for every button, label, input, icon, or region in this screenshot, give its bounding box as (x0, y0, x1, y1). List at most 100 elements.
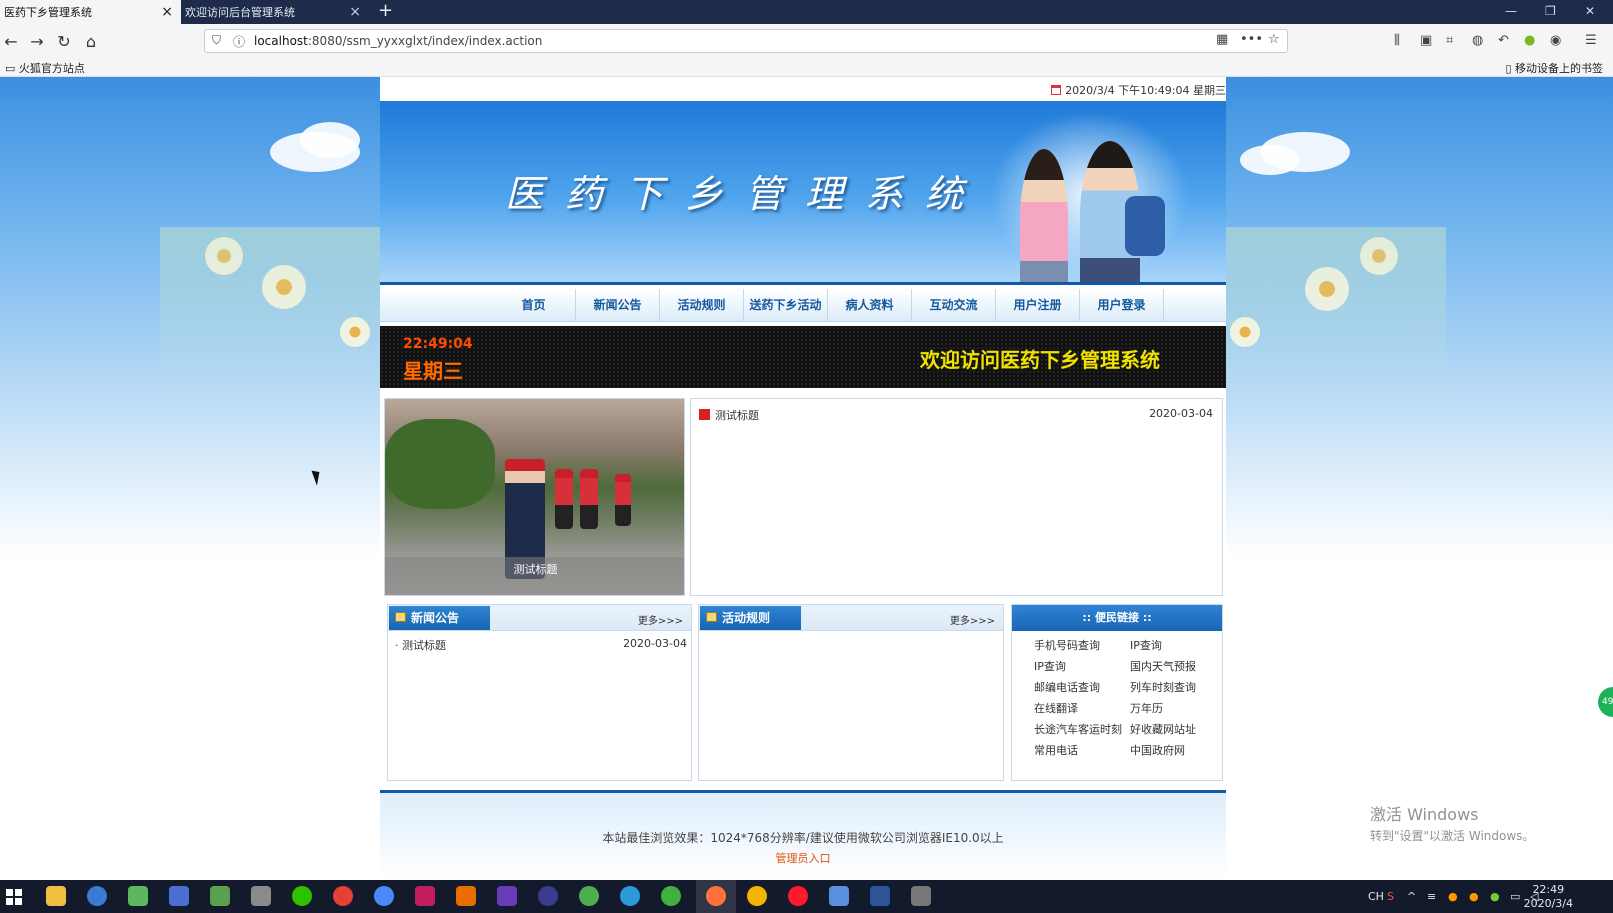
window-close-icon[interactable]: ✕ (1585, 2, 1595, 20)
link-item[interactable]: 好收藏网站址 (1130, 721, 1196, 737)
link-item[interactable]: 中国政府网 (1130, 742, 1185, 758)
app-icon[interactable] (829, 886, 849, 906)
star-icon[interactable]: ☆ (1268, 32, 1280, 47)
link-item[interactable]: 长途汽车客运时刻 (1034, 721, 1122, 737)
bookmark-mobile[interactable]: ▯ 移动设备上的书签 (1505, 60, 1603, 76)
shield-icon[interactable]: ⛉ (212, 33, 221, 48)
keyboard-icon[interactable]: ≡ (1427, 890, 1436, 903)
library-icon[interactable]: ⫼ (1394, 33, 1400, 48)
firefox-icon[interactable] (706, 886, 726, 906)
forward-icon[interactable]: → (26, 30, 48, 52)
chrome-icon[interactable] (747, 886, 767, 906)
admin-entry-link[interactable]: 管理员入口 (380, 850, 1226, 866)
network-icon[interactable]: ▭ (1510, 890, 1520, 903)
app-icon[interactable] (579, 886, 599, 906)
photo-caption[interactable]: 测试标题 (385, 561, 684, 577)
list-item[interactable]: · 测试标题 2020-03-04 (395, 637, 687, 652)
menu-item-login[interactable]: 用户登录 (1080, 289, 1164, 322)
editor-icon[interactable] (911, 886, 931, 906)
menu-item-patients[interactable]: 病人资料 (828, 289, 912, 322)
app-icon[interactable] (210, 886, 230, 906)
taskbar-clock[interactable]: 22:49 2020/3/4 (1524, 883, 1573, 911)
windows-start-icon[interactable] (6, 889, 22, 905)
tab-inactive[interactable]: 欢迎访问后台管理系统 × (181, 0, 369, 24)
file-explorer-icon[interactable] (46, 886, 66, 906)
qr-code-icon[interactable]: ▦ (1216, 32, 1228, 47)
app-icon[interactable] (374, 886, 394, 906)
opera-icon[interactable] (788, 886, 808, 906)
intellij-icon[interactable] (415, 886, 435, 906)
news-date: 2020-03-04 (1149, 407, 1213, 420)
bookmark-firefox-site[interactable]: ▭ 火狐官方站点 (5, 60, 85, 76)
link-item[interactable]: IP查询 (1034, 658, 1066, 674)
java-icon[interactable] (456, 886, 476, 906)
menu-item-register[interactable]: 用户注册 (996, 289, 1080, 322)
minimize-icon[interactable]: — (1505, 2, 1517, 20)
menu-item-news[interactable]: 新闻公告 (576, 289, 660, 322)
led-time: 22:49:04 (403, 336, 473, 352)
new-tab-button[interactable]: + (378, 1, 393, 21)
screenshot-icon[interactable]: ⌗ (1446, 33, 1453, 48)
side-badge[interactable]: 49 (1598, 687, 1613, 717)
url-bar[interactable]: ⛉ ⓘ localhost:8080/ssm_yyxxglxt/index/in… (204, 29, 1288, 53)
link-item[interactable]: 在线翻译 (1034, 700, 1078, 716)
panel-header: 活动规则 更多>>> (699, 605, 1003, 631)
browser-app-icon[interactable] (87, 886, 107, 906)
rules-panel: 活动规则 更多>>> (698, 604, 1004, 781)
info-icon[interactable]: ⓘ (233, 33, 245, 50)
more-actions-icon[interactable]: ••• (1240, 32, 1263, 47)
tools-icon[interactable] (251, 886, 271, 906)
list-item[interactable]: 测试标题 2020-03-04 (699, 407, 1213, 423)
grass-decoration (160, 227, 380, 397)
link-item[interactable]: 手机号码查询 (1034, 637, 1100, 653)
chat-icon[interactable]: ◍ (1472, 33, 1483, 48)
extension-icon[interactable]: ● (1524, 33, 1535, 48)
book-icon (395, 612, 406, 622)
restore-icon[interactable]: ❐ (1545, 2, 1556, 20)
home-icon[interactable]: ⌂ (80, 30, 102, 52)
more-link[interactable]: 更多>>> (950, 612, 995, 627)
link-item[interactable]: 万年历 (1130, 700, 1163, 716)
featured-photo[interactable]: 测试标题 (384, 398, 685, 596)
close-icon[interactable]: × (349, 3, 361, 21)
menu-item-activities[interactable]: 送药下乡活动 (744, 289, 828, 322)
ime-indicator[interactable]: CH (1368, 890, 1384, 903)
word-icon[interactable] (870, 886, 890, 906)
java-tray-icon[interactable]: ● (1469, 890, 1479, 903)
sidebar-icon[interactable]: ▣ (1420, 33, 1432, 48)
chevron-up-icon[interactable]: ^ (1407, 890, 1416, 903)
cloud-decoration (300, 122, 360, 158)
wechat-icon[interactable] (292, 886, 312, 906)
link-item[interactable]: 列车时刻查询 (1130, 679, 1196, 695)
sogou-icon[interactable]: S (1387, 890, 1394, 903)
back-icon[interactable]: ← (0, 30, 22, 52)
link-item[interactable]: 常用电话 (1034, 742, 1078, 758)
link-item[interactable]: 邮编电话查询 (1034, 679, 1100, 695)
undo-icon[interactable]: ↶ (1498, 33, 1509, 48)
menu-item-home[interactable]: 首页 (492, 289, 576, 322)
visual-studio-icon[interactable] (497, 886, 517, 906)
url-text[interactable]: localhost:8080/ssm_yyxxglxt/index/index.… (254, 34, 542, 48)
app-icon[interactable] (169, 886, 189, 906)
bookmarks-bar: ▭ 火狐官方站点 ▯ 移动设备上的书签 (0, 57, 1613, 77)
link-item[interactable]: IP查询 (1130, 637, 1162, 653)
eclipse-icon[interactable] (538, 886, 558, 906)
led-weekday: 星期三 (403, 359, 463, 383)
menu-item-rules[interactable]: 活动规则 (660, 289, 744, 322)
java-tray-icon[interactable]: ● (1448, 890, 1458, 903)
site-banner: 医药下乡管理系统 (380, 101, 1226, 285)
app-icon[interactable] (128, 886, 148, 906)
app-icon[interactable] (620, 886, 640, 906)
chrome-icon[interactable] (333, 886, 353, 906)
more-link[interactable]: 更多>>> (638, 612, 683, 627)
app-icon[interactable] (661, 886, 681, 906)
tab-active[interactable]: 医药下乡管理系统 × (0, 0, 181, 24)
account-icon[interactable]: ◉ (1550, 33, 1561, 48)
link-item[interactable]: 国内天气预报 (1130, 658, 1196, 674)
menu-icon[interactable]: ☰ (1585, 33, 1597, 48)
menu-item-forum[interactable]: 互动交流 (912, 289, 996, 322)
close-icon[interactable]: × (161, 3, 173, 21)
current-datetime: 2020/3/4 下午10:49:04 星期三 (1051, 82, 1226, 98)
reload-icon[interactable]: ↻ (53, 30, 75, 52)
tray-app-icon[interactable]: ● (1490, 890, 1500, 903)
